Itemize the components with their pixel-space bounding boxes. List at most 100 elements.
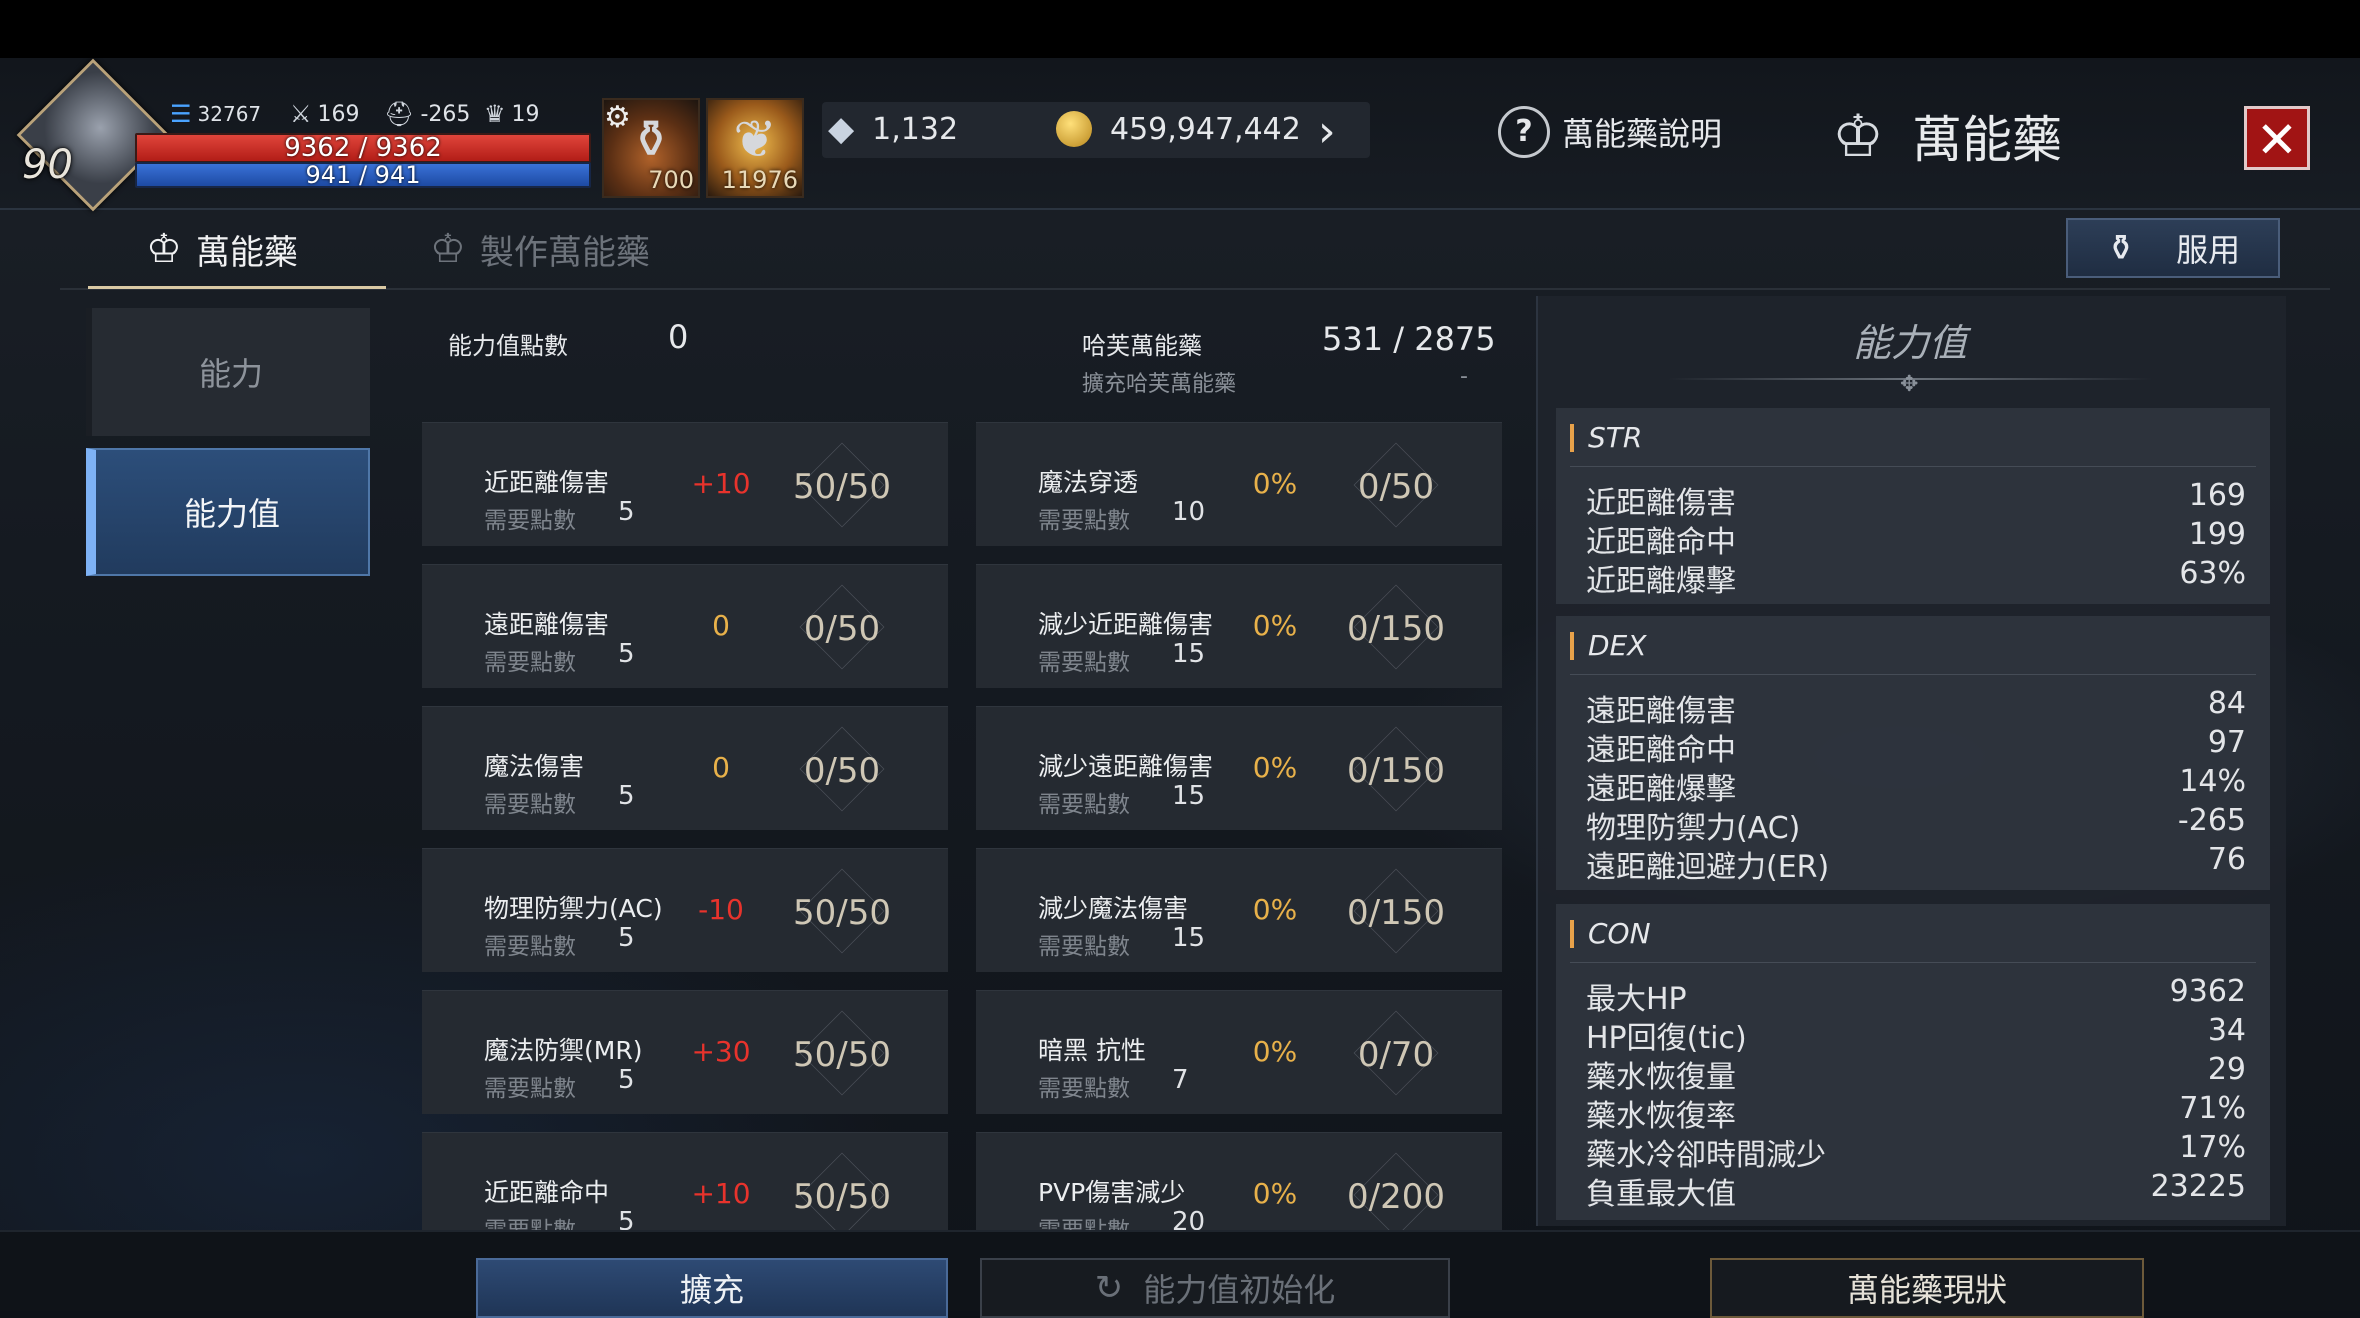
card-req-label: 需要點數 xyxy=(484,1211,576,1230)
card-progress: 50/50 xyxy=(793,467,891,507)
card-name: 魔法傷害 xyxy=(484,752,585,781)
card-req-label: 需要點數 xyxy=(484,1076,576,1102)
stat-value: 199 xyxy=(2188,517,2246,552)
stat-label: 藥水恢復率 xyxy=(1586,1099,1736,1134)
stat-card[interactable]: 物理防禦力(AC) 需要點數 5 -10 50/50 xyxy=(422,848,948,972)
card-req-value: 10 xyxy=(1172,497,1206,527)
stat-card[interactable]: 近距離傷害 需要點數 5 +10 50/50 xyxy=(422,422,948,546)
expand-button[interactable]: 擴充 xyxy=(476,1258,948,1318)
stat-row: 遠距離傷害 84 xyxy=(1586,686,2246,730)
card-req-value: 7 xyxy=(1172,1065,1189,1095)
card-req-label: 需要點數 xyxy=(484,934,576,960)
stat-row: 藥水冷卻時間減少 17% xyxy=(1586,1130,2246,1174)
card-progress: 0/70 xyxy=(1357,1035,1435,1075)
expand-elixir-value: - xyxy=(1460,364,1468,389)
expand-button-label: 擴充 xyxy=(679,1271,744,1309)
tab-elixir-label: 萬能藥 xyxy=(195,232,298,273)
card-req-value: 5 xyxy=(618,1065,635,1095)
stat-card[interactable]: 魔法穿透 需要點數 10 0% 0/50 xyxy=(976,422,1502,546)
card-bonus: +10 xyxy=(691,1177,751,1210)
slot2-count: 11976 xyxy=(721,166,798,194)
tab-elixir[interactable]: ♔ 萬能藥 xyxy=(146,218,298,280)
stat-value: 23225 xyxy=(2150,1169,2246,1204)
stat-card[interactable]: 減少近距離傷害 需要點數 15 0% 0/150 xyxy=(976,564,1502,688)
reset-icon: ↻ xyxy=(1094,1268,1124,1308)
elixir-status-button[interactable]: 萬能藥現狀 xyxy=(1710,1258,2144,1318)
tab-craft-elixir[interactable]: ♔ 製作萬能藥 xyxy=(430,218,650,280)
group-header: CON xyxy=(1570,920,1651,948)
group-divider xyxy=(1570,674,2256,675)
points-value: 0 xyxy=(668,318,689,356)
stat-card[interactable]: 遠距離傷害 需要點數 5 0 0/50 xyxy=(422,564,948,688)
card-req-value: 5 xyxy=(618,923,635,953)
stat-card[interactable]: 魔法防禦(MR) 需要點數 5 +30 50/50 xyxy=(422,990,948,1114)
card-bonus: 0% xyxy=(1252,467,1298,500)
close-button[interactable]: ✕ xyxy=(2244,106,2310,170)
stat-label: 負重最大值 xyxy=(1586,1177,1736,1212)
question-icon: ? xyxy=(1498,106,1550,158)
power-stat: ☰ 32767 xyxy=(170,100,261,128)
power-icon: ☰ xyxy=(170,100,192,128)
card-name: 魔法防禦(MR) xyxy=(484,1036,643,1065)
card-bonus: 0% xyxy=(1252,893,1298,926)
card-req-value: 15 xyxy=(1172,639,1206,669)
card-name: 減少近距離傷害 xyxy=(1038,610,1214,639)
card-name: PVP傷害減少 xyxy=(1038,1178,1186,1207)
stat-label: 遠距離爆擊 xyxy=(1586,772,1736,807)
elixir-tab-icon: ♔ xyxy=(146,226,182,272)
trophy-value: 19 xyxy=(511,101,540,127)
stat-label: 遠距離命中 xyxy=(1586,733,1736,768)
card-bonus: 0% xyxy=(1252,1177,1298,1210)
card-name: 暗黑 抗性 xyxy=(1038,1036,1146,1065)
card-req-label: 需要點數 xyxy=(484,508,576,534)
gear-icon[interactable]: ⚙ xyxy=(604,100,631,135)
card-progress: 0/50 xyxy=(1357,467,1435,507)
stat-value: 34 xyxy=(2207,1013,2246,1048)
card-req-value: 5 xyxy=(618,497,635,527)
group-divider xyxy=(1570,962,2256,963)
card-name: 近距離傷害 xyxy=(484,468,610,497)
quick-slot-feather[interactable]: ❦ 11976 xyxy=(706,98,804,198)
stat-row: 最大HP 9362 xyxy=(1586,974,2246,1018)
status-button-label: 萬能藥現狀 xyxy=(1846,1271,2007,1309)
stat-value: 63% xyxy=(2179,556,2246,591)
expand-elixir-label: 擴充哈芙萬能藥 xyxy=(1082,372,1237,397)
reset-stats-button[interactable]: ↻ 能力值初始化 xyxy=(980,1258,1450,1318)
stat-value: 71% xyxy=(2179,1091,2246,1126)
card-bonus: +30 xyxy=(691,1035,751,1068)
card-req-label: 需要點數 xyxy=(1038,792,1130,818)
stat-label: 最大HP xyxy=(1586,982,1687,1017)
sidebar-item-ability[interactable]: 能力 xyxy=(86,308,370,436)
card-bonus: 0% xyxy=(1252,609,1298,642)
card-name: 減少魔法傷害 xyxy=(1038,894,1189,923)
card-bonus: 0 xyxy=(712,609,730,642)
stat-row: 遠距離爆擊 14% xyxy=(1586,764,2246,808)
stat-card[interactable]: 魔法傷害 需要點數 5 0 0/50 xyxy=(422,706,948,830)
help-label: 萬能藥說明 xyxy=(1562,115,1723,153)
close-icon: ✕ xyxy=(2256,111,2298,169)
card-req-value: 5 xyxy=(618,781,635,811)
card-req-value: 5 xyxy=(618,639,635,669)
stat-card[interactable]: PVP傷害減少 需要點數 20 0% 0/200 xyxy=(976,1132,1502,1230)
stat-card[interactable]: 減少遠距離傷害 需要點數 15 0% 0/150 xyxy=(976,706,1502,830)
sidebar-item-stats[interactable]: 能力值 xyxy=(86,448,370,576)
use-button[interactable]: ⚱ 服用 xyxy=(2066,218,2280,278)
card-progress: 0/150 xyxy=(1347,751,1445,791)
stat-group-dex: DEX 遠距離傷害 84 遠距離命中 97 遠距離爆擊 14% 物理防禦力(AC) -2… xyxy=(1556,616,2270,890)
card-req-label: 需要點數 xyxy=(1038,650,1130,676)
help-button[interactable]: ? 萬能藥說明 xyxy=(1498,106,1722,158)
stat-card[interactable]: 近距離命中 需要點數 5 +10 50/50 xyxy=(422,1132,948,1230)
stat-card[interactable]: 暗黑 抗性 需要點數 7 0% 0/70 xyxy=(976,990,1502,1114)
card-name: 物理防禦力(AC) xyxy=(484,894,663,923)
chevron-right-icon[interactable]: › xyxy=(1318,106,1336,157)
stat-card[interactable]: 減少魔法傷害 需要點數 15 0% 0/150 xyxy=(976,848,1502,972)
card-progress: 50/50 xyxy=(793,1177,891,1217)
card-progress: 0/50 xyxy=(803,751,881,791)
stat-value: 97 xyxy=(2207,725,2246,760)
sidebar-item-label: 能力 xyxy=(198,355,263,393)
card-progress: 0/200 xyxy=(1347,1177,1445,1217)
title-text: 萬能藥 xyxy=(1912,111,2062,169)
use-button-label: 服用 xyxy=(2176,231,2241,269)
trophy-icon: ♛ xyxy=(484,100,506,128)
card-progress: 0/50 xyxy=(803,609,881,649)
